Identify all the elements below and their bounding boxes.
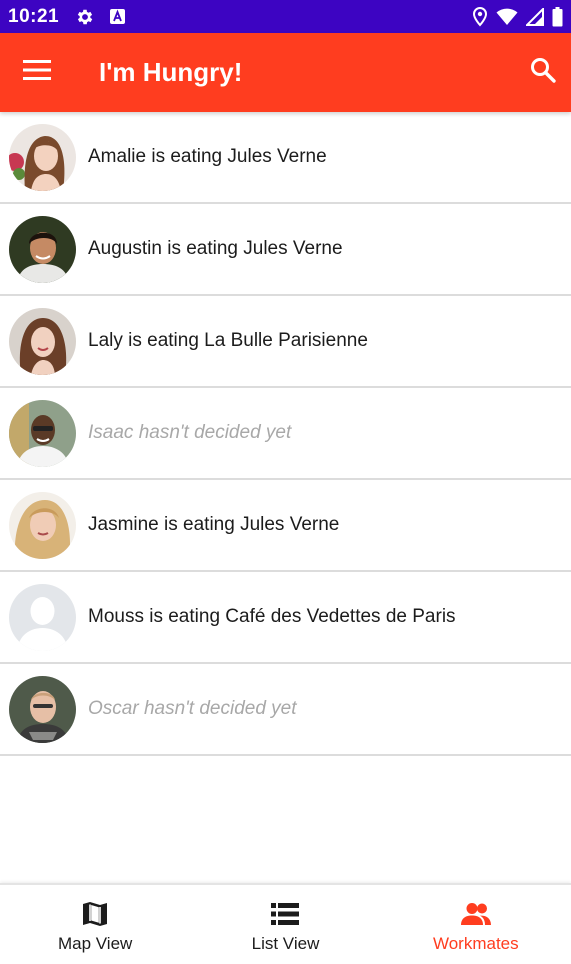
list-item[interactable]: Augustin is eating Jules Verne: [0, 204, 571, 296]
menu-icon: [23, 59, 51, 86]
nav-label: List View: [251, 934, 320, 953]
nav-workmates[interactable]: Workmates: [381, 885, 571, 964]
search-icon: [529, 56, 557, 89]
workmate-status-text: Augustin is eating Jules Verne: [88, 238, 343, 259]
avatar: [9, 307, 76, 375]
list-icon: [271, 900, 300, 928]
people-icon: [460, 900, 492, 928]
avatar: [9, 583, 76, 651]
workmate-status-text: Laly is eating La Bulle Parisienne: [88, 330, 368, 351]
avatar: [9, 491, 76, 559]
menu-button[interactable]: [1, 33, 73, 112]
workmate-status-text: Oscar hasn't decided yet: [88, 698, 297, 719]
wifi-icon: [496, 8, 518, 26]
workmate-status-text: Amalie is eating Jules Verne: [88, 146, 327, 167]
workmates-list: Amalie is eating Jules Verne Augustin is…: [0, 112, 571, 756]
status-bar: 10:21: [0, 0, 571, 33]
app-bar: I'm Hungry!: [0, 33, 571, 112]
workmate-status-text: Mouss is eating Café des Vedettes de Par…: [88, 606, 456, 627]
signal-icon: [526, 7, 544, 26]
battery-icon: [552, 6, 563, 27]
list-item[interactable]: Mouss is eating Café des Vedettes de Par…: [0, 572, 571, 664]
avatar: [9, 123, 76, 191]
avatar: [9, 675, 76, 743]
status-right-icons: [472, 6, 563, 27]
list-item[interactable]: Isaac hasn't decided yet: [0, 388, 571, 480]
search-button[interactable]: [515, 33, 571, 112]
page-title: I'm Hungry!: [99, 57, 243, 87]
status-time: 10:21: [8, 5, 60, 27]
avatar: [9, 215, 76, 283]
location-icon: [472, 6, 488, 27]
a-badge-icon: [109, 8, 126, 25]
list-item[interactable]: Jasmine is eating Jules Verne: [0, 480, 571, 572]
list-item[interactable]: Amalie is eating Jules Verne: [0, 112, 571, 204]
bottom-navigation: Map View List View Workmates: [0, 883, 571, 964]
avatar: [9, 399, 76, 467]
nav-list-view[interactable]: List View: [190, 885, 380, 964]
workmate-status-text: Isaac hasn't decided yet: [88, 422, 292, 443]
workmate-status-text: Jasmine is eating Jules Verne: [88, 514, 340, 535]
list-item[interactable]: Laly is eating La Bulle Parisienne: [0, 296, 571, 388]
nav-label: Workmates: [432, 934, 519, 953]
status-left-icons: [75, 7, 126, 27]
settings-icon: [75, 7, 95, 27]
list-item[interactable]: Oscar hasn't decided yet: [0, 664, 571, 756]
nav-label: Map View: [57, 934, 133, 953]
nav-map-view[interactable]: Map View: [0, 885, 190, 964]
map-icon: [81, 900, 109, 928]
